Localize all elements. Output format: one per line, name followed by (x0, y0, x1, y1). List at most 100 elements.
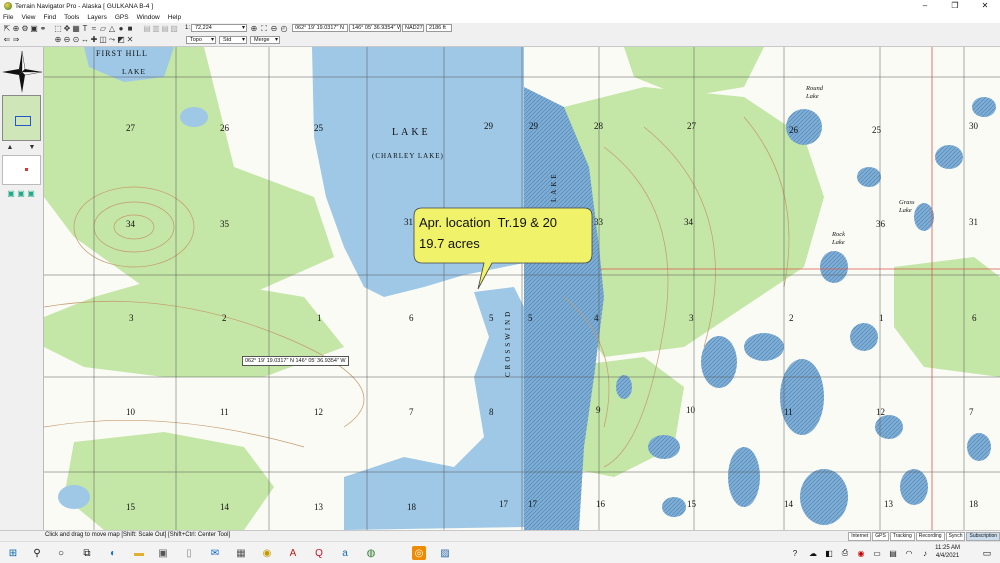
menu-help[interactable]: Help (168, 14, 181, 21)
layer-toggle-icon[interactable]: ▣ (7, 190, 15, 198)
clock-date: 4/4/2021 (935, 553, 960, 559)
help-tray-icon[interactable]: ? (788, 546, 802, 560)
app-icon (4, 2, 12, 10)
battery-tray-icon[interactable]: ▭ (870, 546, 884, 560)
security-tray-icon[interactable]: ◉ (854, 546, 868, 560)
maximize-button[interactable]: ❐ (940, 0, 970, 12)
back-icon[interactable]: ⇐ (3, 36, 11, 44)
fit-icon[interactable]: ⛶ (260, 25, 268, 33)
menu-window[interactable]: Window (137, 14, 160, 21)
search-icon[interactable]: ⚲ (30, 546, 44, 560)
zoom-minus-icon[interactable]: ⊖ (270, 25, 278, 33)
distance-icon[interactable]: ↔ (81, 36, 89, 44)
printer-tray-icon[interactable]: ⎙ (838, 546, 852, 560)
globe-icon[interactable]: ◍ (364, 546, 378, 560)
menu-tools[interactable]: Tools (64, 14, 79, 21)
pin-icon[interactable]: ✚ (90, 36, 98, 44)
north-arrow-icon (2, 50, 43, 93)
overview-map[interactable] (2, 95, 41, 141)
map-canvas[interactable]: FIRST HILL LAKE LAKE (CHARLEY LAKE) CROS… (44, 47, 1000, 530)
photos-icon[interactable]: ▨ (438, 546, 452, 560)
network-tray-icon[interactable]: ◧ (822, 546, 836, 560)
minimize-button[interactable]: – (910, 0, 940, 12)
access-icon[interactable]: A (286, 546, 300, 560)
layers-icon[interactable]: ▤ (161, 25, 169, 33)
quicken-icon[interactable]: Q (312, 546, 326, 560)
wifi-tray-icon[interactable]: ◠ (902, 546, 916, 560)
store-icon[interactable]: ▣ (156, 546, 170, 560)
cloud-tray-icon[interactable]: ☁ (806, 546, 820, 560)
scale-select[interactable]: 72,224 (191, 24, 247, 32)
menu-view[interactable]: View (21, 14, 35, 21)
locator-map[interactable] (2, 155, 41, 185)
menu-file[interactable]: File (3, 14, 13, 21)
route-icon[interactable]: ≈ (90, 25, 98, 33)
scroll-up-icon[interactable]: ▲ (6, 144, 14, 152)
file-explorer-icon[interactable]: ▬ (132, 546, 146, 560)
close-button[interactable]: ✕ (970, 0, 1000, 12)
callout-shape (413, 207, 593, 290)
terrain-navigator-icon[interactable]: ◉ (260, 546, 274, 560)
status-internet[interactable]: Internet (848, 532, 872, 541)
circle-icon[interactable]: ● (117, 25, 125, 33)
binoculars-icon[interactable]: ⚭ (39, 25, 47, 33)
display-tray-icon[interactable]: ▤ (886, 546, 900, 560)
rectangle-icon[interactable]: ■ (126, 25, 134, 33)
status-tracking[interactable]: Tracking (889, 532, 915, 541)
start-icon[interactable]: ⊞ (6, 546, 20, 560)
notifications-icon[interactable]: ▭ (980, 546, 994, 560)
amazon-icon[interactable]: a (338, 546, 352, 560)
label-icon[interactable]: ◩ (117, 36, 125, 44)
menu-find[interactable]: Find (43, 14, 56, 21)
layer-toggle-2-icon[interactable]: ▣ (17, 190, 25, 198)
zoom-in-icon[interactable]: ⊕ (54, 36, 62, 44)
view3d-icon[interactable]: ▥ (152, 25, 160, 33)
task-view-icon[interactable]: ⧉ (80, 546, 94, 560)
cortana-icon[interactable]: ○ (54, 546, 68, 560)
triangle-icon[interactable]: △ (108, 25, 116, 33)
zoom-tool-icon[interactable]: ⊕ (12, 25, 20, 33)
select-tool-icon[interactable]: ⇱ (3, 25, 11, 33)
map-type-select[interactable]: Topo (186, 36, 216, 44)
mode-select[interactable]: Merge (250, 36, 280, 44)
menu-layers[interactable]: Layers (87, 14, 107, 21)
document-icon[interactable]: ▯ (182, 546, 196, 560)
menu-gps[interactable]: GPS (115, 14, 129, 21)
settings-icon[interactable]: ⚙ (21, 25, 29, 33)
text-tool-icon[interactable]: T (81, 25, 89, 33)
delete-icon[interactable]: ✕ (126, 36, 134, 44)
grid-icon[interactable]: ▦ (72, 25, 80, 33)
callout-line-1: Apr. location Tr.19 & 20 (419, 215, 558, 230)
clock-time: 11:25 AM (935, 545, 960, 551)
waypoint-icon[interactable]: ⊙ (72, 36, 80, 44)
latitude-field: 062° 19' 19.0317" N (292, 24, 348, 32)
style-select[interactable]: Std (219, 36, 247, 44)
marquee-icon[interactable]: ⬚ (54, 25, 62, 33)
track-icon[interactable]: ⤳ (108, 36, 116, 44)
layer-toggle-3-icon[interactable]: ▣ (27, 190, 35, 198)
forward-icon[interactable]: ⇒ (12, 36, 20, 44)
scroll-down-icon[interactable]: ▼ (28, 144, 36, 152)
active-app-icon[interactable]: ◎ (412, 546, 426, 560)
status-subscription[interactable]: Subscription (966, 532, 1000, 541)
calculator-icon[interactable]: ▦ (234, 546, 248, 560)
move-icon[interactable]: ✥ (63, 25, 71, 33)
status-gps[interactable]: GPS (872, 532, 889, 541)
profile-icon[interactable]: ▤ (143, 25, 151, 33)
volume-tray-icon[interactable]: ♪ (918, 546, 932, 560)
print-icon[interactable]: ▣ (30, 25, 38, 33)
photo-icon[interactable]: ◫ (99, 36, 107, 44)
callout-line-2: 19.7 acres (419, 236, 480, 251)
overview-frame (15, 116, 31, 126)
zoom-out-icon[interactable]: ⊖ (63, 36, 71, 44)
area-icon[interactable]: ▱ (99, 25, 107, 33)
clock[interactable]: 11:25 AM 4/4/2021 (935, 544, 960, 560)
edge-icon[interactable]: ◐ (106, 546, 120, 560)
status-synch[interactable]: Synch (945, 532, 966, 541)
status-message: Click and drag to move map [Shift: Scale… (45, 532, 231, 538)
refresh-icon[interactable]: ◴ (280, 25, 288, 33)
chart-icon[interactable]: ▨ (170, 25, 178, 33)
zoom-plus-icon[interactable]: ⊕ (250, 25, 258, 33)
status-recording[interactable]: Recording (915, 532, 945, 541)
mail-icon[interactable]: ✉ (208, 546, 222, 560)
